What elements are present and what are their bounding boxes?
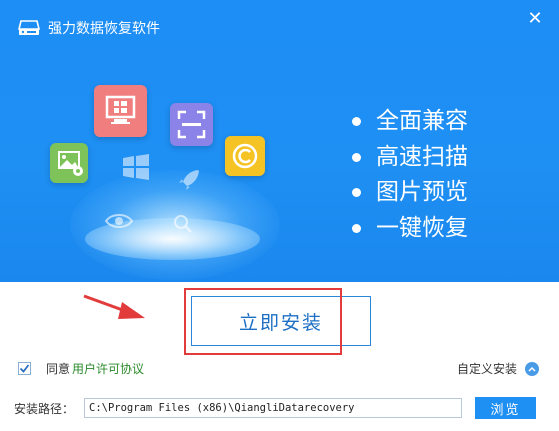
bullet-dot [352, 152, 361, 162]
drive-icon [18, 20, 40, 35]
close-button[interactable]: ✕ [522, 6, 548, 32]
close-icon: ✕ [527, 8, 543, 29]
agree-text: 同意 [46, 362, 71, 376]
header-banner: 强力数据恢复软件 ✕ 全面兼容 高速扫描 图片预览 一键恢复 [0, 0, 559, 282]
agree-checkbox[interactable] [18, 362, 31, 375]
magnifier-icon [174, 215, 192, 233]
chevron-up-icon [525, 361, 540, 376]
feature-item: 一键恢复 [352, 211, 468, 247]
image-tile-icon [50, 143, 88, 183]
monitor-windows-icon [94, 85, 147, 137]
feature-label: 图片预览 [376, 179, 468, 205]
feature-label: 高速扫描 [376, 143, 468, 170]
browse-button[interactable]: 浏览 [475, 397, 536, 419]
custom-install-label: 自定义安装 [457, 362, 518, 376]
feature-label: 一键恢复 [376, 214, 468, 241]
bullet-dot [352, 188, 361, 198]
scan-frame-icon [170, 103, 213, 146]
eye-icon [104, 214, 134, 228]
bullet-dot [352, 117, 361, 127]
bullet-dot [352, 223, 361, 233]
copyright-icon [225, 136, 265, 176]
red-arrow-icon [83, 294, 145, 319]
feature-item: 高速扫描 [352, 140, 468, 176]
rocket-icon [179, 170, 199, 190]
feature-item: 图片预览 [352, 175, 468, 211]
window-title: 强力数据恢复软件 [48, 21, 160, 37]
install-path-label: 安装路径： [14, 402, 75, 416]
checkmark-icon [19, 364, 30, 373]
custom-install-toggle[interactable]: 自定义安装 [457, 360, 540, 377]
agreement-row: 同意 用户许可协议 [18, 360, 144, 377]
installer-window: 强力数据恢复软件 ✕ 全面兼容 高速扫描 图片预览 一键恢复 立即安装 同意 用… [0, 0, 559, 431]
windows-logo-icon [123, 154, 149, 180]
license-link[interactable]: 用户许可协议 [72, 360, 144, 377]
highlight-box [184, 288, 342, 355]
feature-item: 全面兼容 [352, 104, 468, 140]
feature-list: 全面兼容 高速扫描 图片预览 一键恢复 [352, 104, 468, 246]
browse-label: 浏览 [490, 402, 521, 418]
install-path-input[interactable] [84, 398, 462, 418]
feature-label: 全面兼容 [376, 108, 468, 134]
